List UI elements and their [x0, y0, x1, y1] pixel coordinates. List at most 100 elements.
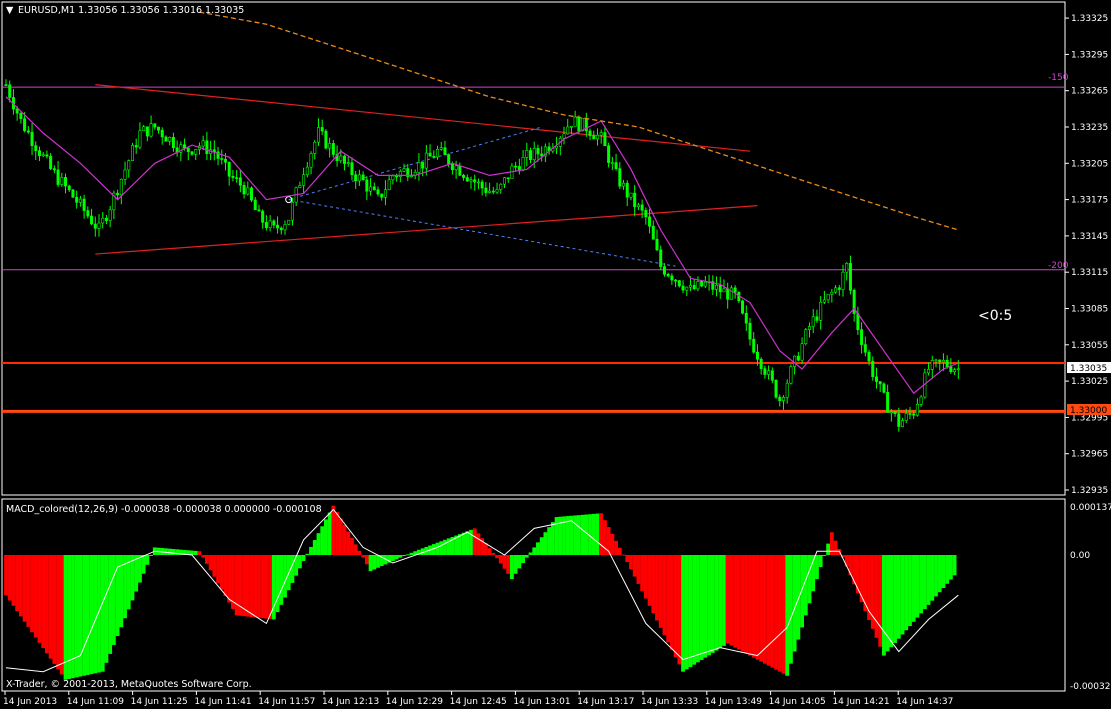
macd-bar	[190, 550, 194, 555]
candle-body	[160, 129, 164, 138]
candle-body	[521, 157, 525, 171]
macd-bar	[316, 533, 321, 555]
macd-bar	[331, 505, 336, 555]
candle-body	[685, 286, 689, 291]
candle-body	[142, 126, 146, 132]
candle-body	[34, 145, 38, 151]
macd-bar	[439, 541, 444, 555]
macd-bar	[777, 555, 782, 672]
time-axis[interactable]: 14 Jun 2013 14 Jun 11:09 14 Jun 11:25 14 Ju…	[3, 691, 953, 707]
marked-price-label: 1.33000	[1070, 406, 1107, 416]
candle-body	[863, 344, 867, 353]
macd-bar	[52, 555, 57, 664]
macd-bar	[692, 555, 697, 665]
macd-bar	[826, 543, 831, 555]
candle-body	[595, 134, 599, 140]
trading-chart[interactable]: ▼ EURUSD,M1 1.33056 1.33056 1.33016 1.33…	[0, 0, 1111, 709]
candle-body	[402, 168, 406, 172]
time-label: 14 Jun 14:37	[896, 697, 953, 707]
macd-bar	[755, 555, 760, 660]
candle-body	[804, 329, 808, 344]
candle-body	[796, 355, 800, 361]
macd-bar	[461, 532, 466, 555]
candle-body	[915, 403, 919, 416]
time-label: 14 Jun 14:05	[769, 697, 826, 707]
candle-body	[622, 182, 626, 187]
macd-bar	[4, 555, 8, 596]
candle-body	[287, 219, 291, 225]
macd-scale-bottom: -0.000328	[1070, 682, 1111, 692]
time-label: 14 Jun 11:41	[194, 697, 251, 707]
candle-body	[328, 143, 332, 149]
macd-bar	[268, 555, 273, 619]
candle-body	[640, 204, 644, 211]
candle-body	[480, 181, 484, 189]
macd-bar	[30, 555, 34, 633]
candle-body	[305, 166, 309, 176]
candle-body	[387, 179, 391, 191]
macd-bar	[398, 555, 403, 558]
candle-body	[618, 168, 622, 187]
macd-bar	[863, 555, 868, 612]
macd-bar	[934, 555, 938, 597]
price-scale[interactable]: 1.33325 1.33295 1.33265 1.33235 1.33205 1.331…	[1065, 14, 1108, 496]
candle-body	[934, 359, 938, 362]
candle-body	[904, 413, 908, 421]
time-label: 14 Jun 11:09	[67, 697, 124, 707]
candle-body	[372, 186, 376, 191]
candle-body	[729, 287, 733, 300]
candle-body	[447, 154, 451, 165]
candle-body	[272, 220, 276, 226]
price-tick-label: 1.32965	[1071, 450, 1108, 460]
candle-body	[231, 175, 235, 178]
candle-body	[190, 151, 194, 155]
candle-body	[488, 190, 492, 193]
macd-bar	[260, 555, 265, 619]
candle-body	[37, 150, 41, 157]
macd-bar	[108, 555, 113, 654]
macd-bar	[7, 555, 12, 601]
price-tick-label: 1.33235	[1071, 123, 1108, 133]
macd-bar	[37, 555, 42, 643]
macd-bar	[882, 555, 886, 656]
macd-bar	[353, 544, 358, 555]
candle-body	[149, 123, 153, 137]
candle-body	[462, 175, 466, 178]
candle-body	[365, 179, 369, 192]
main-chart-frame[interactable]	[1, 1, 1066, 496]
candle-body	[614, 162, 618, 169]
macd-bar	[435, 542, 440, 555]
candle-body	[815, 316, 819, 321]
macd-bar	[301, 555, 306, 562]
candle-body	[86, 210, 90, 217]
price-tick-label: 1.32935	[1071, 486, 1108, 496]
dotted-line-down[interactable]	[288, 199, 676, 267]
macd-bar	[245, 555, 250, 617]
candle-body	[93, 223, 97, 229]
macd-bar	[223, 555, 228, 597]
candle-body	[52, 168, 56, 171]
macd-bar	[297, 555, 302, 569]
macd-bar	[495, 555, 499, 559]
macd-bar	[922, 555, 927, 610]
candle-body	[529, 150, 533, 160]
symbol-dropdown-icon[interactable]: ▼	[6, 5, 14, 16]
macd-bar	[93, 555, 98, 674]
trendline-upper[interactable]	[95, 84, 751, 152]
macd-bar	[599, 513, 604, 555]
macd-bar	[911, 555, 916, 622]
copyright: X-Trader, © 2001-2013, MetaQuotes Softwa…	[6, 679, 252, 690]
candle-body	[261, 210, 265, 223]
macd-bar	[926, 555, 931, 605]
price-tick-label: 1.33085	[1071, 305, 1108, 315]
macd-bar	[547, 527, 552, 555]
candle-body	[499, 183, 503, 190]
macd-bar	[342, 525, 347, 555]
macd-bar	[149, 555, 153, 556]
price-tick-label: 1.33175	[1071, 196, 1108, 206]
macd-bar	[952, 555, 957, 576]
time-label: 14 Jun 12:13	[322, 697, 379, 707]
macd-bar	[294, 555, 299, 576]
level-label-150: -150	[1048, 73, 1069, 83]
candle-body	[220, 158, 224, 160]
